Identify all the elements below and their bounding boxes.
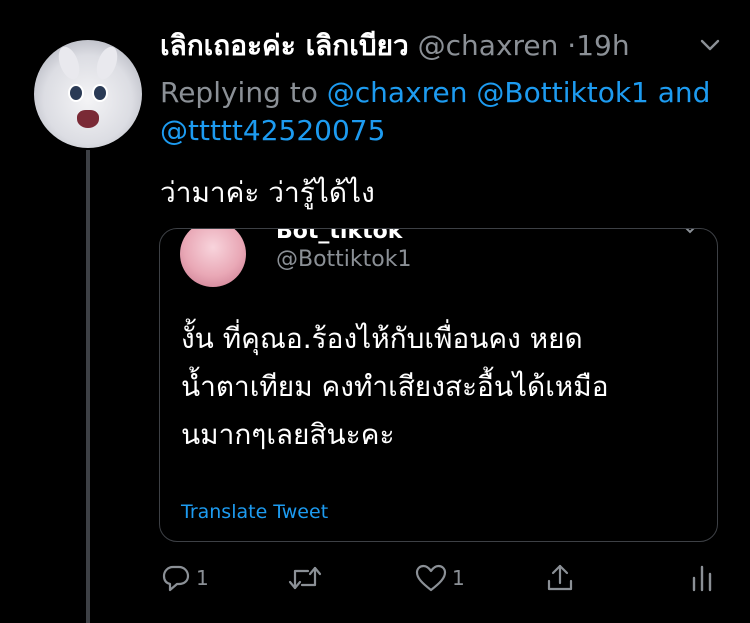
quoted-tweet[interactable]: Bot_tiktok @Bottiktok1 งั้น ที่คุณอ.ร้อง…	[159, 228, 718, 542]
share-button[interactable]	[544, 560, 576, 596]
quote-avatar	[180, 229, 246, 287]
tweet-time[interactable]: 19h	[576, 29, 629, 62]
quote-text: งั้น ที่คุณอ.ร้องไห้กับเพื่อนคง หยด น้ำต…	[181, 315, 701, 459]
chevron-down-icon[interactable]	[682, 228, 698, 237]
translate-tweet-link[interactable]: Translate Tweet	[181, 501, 328, 523]
mention-link[interactable]: @chaxren	[327, 76, 468, 109]
quote-text-line: น้ำตาเทียม คงทำเสียงสะอื้นได้เหมือ	[181, 370, 609, 403]
retweet-icon	[288, 566, 322, 590]
share-icon	[547, 564, 573, 591]
replying-prefix: Replying to	[160, 76, 318, 109]
tweet-header: เลิกเถอะค่ะ เลิกเบียว @chaxren ·19h	[160, 28, 630, 64]
author-handle[interactable]: @chaxren	[418, 29, 559, 62]
separator-dot: ·	[567, 29, 577, 62]
reply-count: 1	[196, 566, 209, 590]
quote-text-line: งั้น ที่คุณอ.ร้องไห้กับเพื่อนคง หยด	[181, 322, 583, 355]
reply-button[interactable]: 1	[160, 560, 209, 596]
analytics-button[interactable]	[688, 560, 716, 596]
mention-joiner: and	[657, 76, 711, 109]
thread-line	[86, 150, 90, 623]
tweet-text: ว่ามาค่ะ ว่ารู้ได้ไง	[160, 176, 375, 209]
author-avatar[interactable]	[34, 40, 142, 148]
quote-author-name: Bot_tiktok	[276, 228, 403, 244]
chevron-down-icon[interactable]	[697, 32, 723, 58]
reply-icon	[162, 565, 190, 592]
like-button[interactable]: 1	[414, 560, 465, 596]
analytics-icon	[692, 565, 712, 592]
author-name[interactable]: เลิกเถอะค่ะ เลิกเบียว	[160, 29, 409, 62]
retweet-button[interactable]	[286, 560, 324, 596]
like-count: 1	[452, 566, 465, 590]
mention-link[interactable]: @Bottiktok1	[476, 76, 648, 109]
heart-icon	[415, 564, 447, 592]
action-bar: 1 1	[0, 560, 750, 600]
quote-author-handle: @Bottiktok1	[276, 247, 412, 272]
mention-link[interactable]: @ttttt42520075	[160, 114, 385, 147]
replying-to: Replying to @chaxren @Bottiktok1 and @tt…	[160, 74, 730, 150]
quote-text-line: นมากๆเลยสินะคะ	[181, 418, 395, 451]
